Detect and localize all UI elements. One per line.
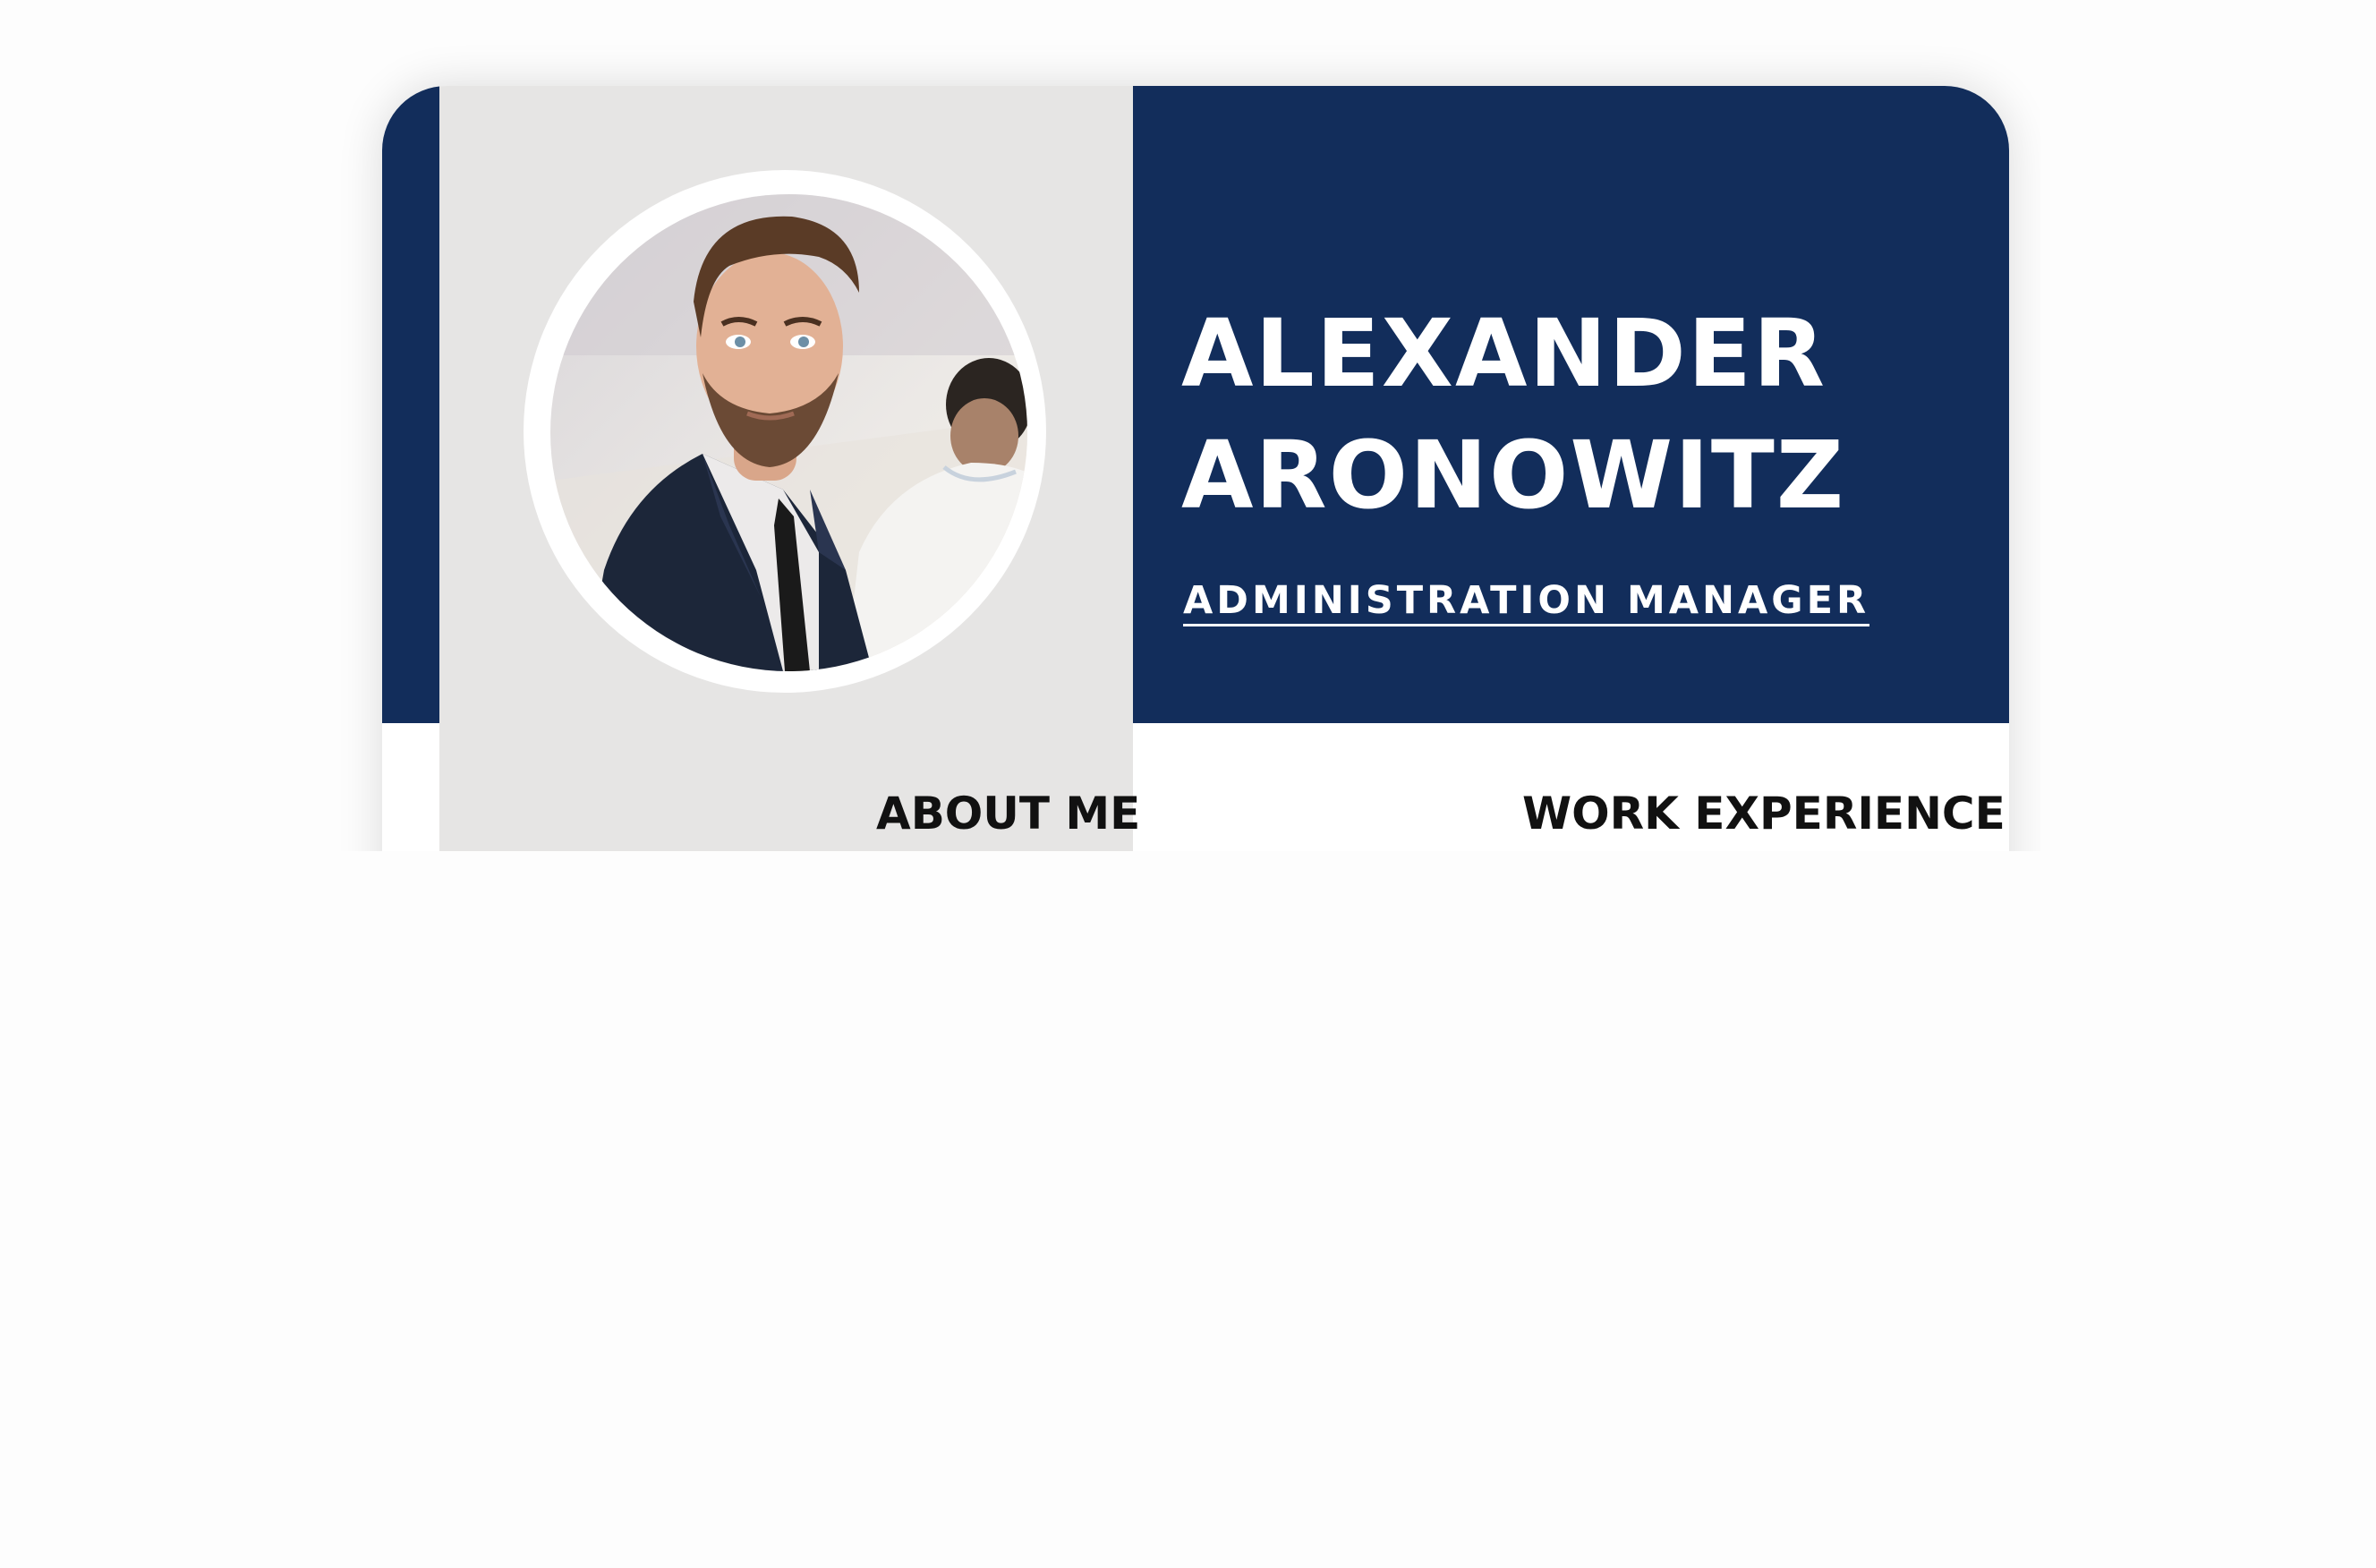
profile-photo	[550, 194, 1027, 671]
profile-photo-illustration	[550, 194, 1027, 671]
profile-photo-frame	[524, 170, 1046, 693]
resume-card: ALEXANDER ARONOWITZ ADMINISTRATION MANAG…	[382, 86, 2009, 851]
job-title-link[interactable]: ADMINISTRATION MANAGER	[1183, 582, 1870, 626]
work-experience-heading: WORK EXPERIENCE	[1522, 788, 2006, 839]
page: ALEXANDER ARONOWITZ ADMINISTRATION MANAG…	[0, 0, 2376, 1568]
accent-strip	[382, 86, 439, 723]
name-last: ARONOWITZ	[1181, 421, 1846, 530]
resume-viewport: ALEXANDER ARONOWITZ ADMINISTRATION MANAG…	[340, 36, 2040, 851]
name-first: ALEXANDER	[1181, 299, 1827, 408]
about-me-heading: ABOUT ME	[876, 788, 1141, 839]
